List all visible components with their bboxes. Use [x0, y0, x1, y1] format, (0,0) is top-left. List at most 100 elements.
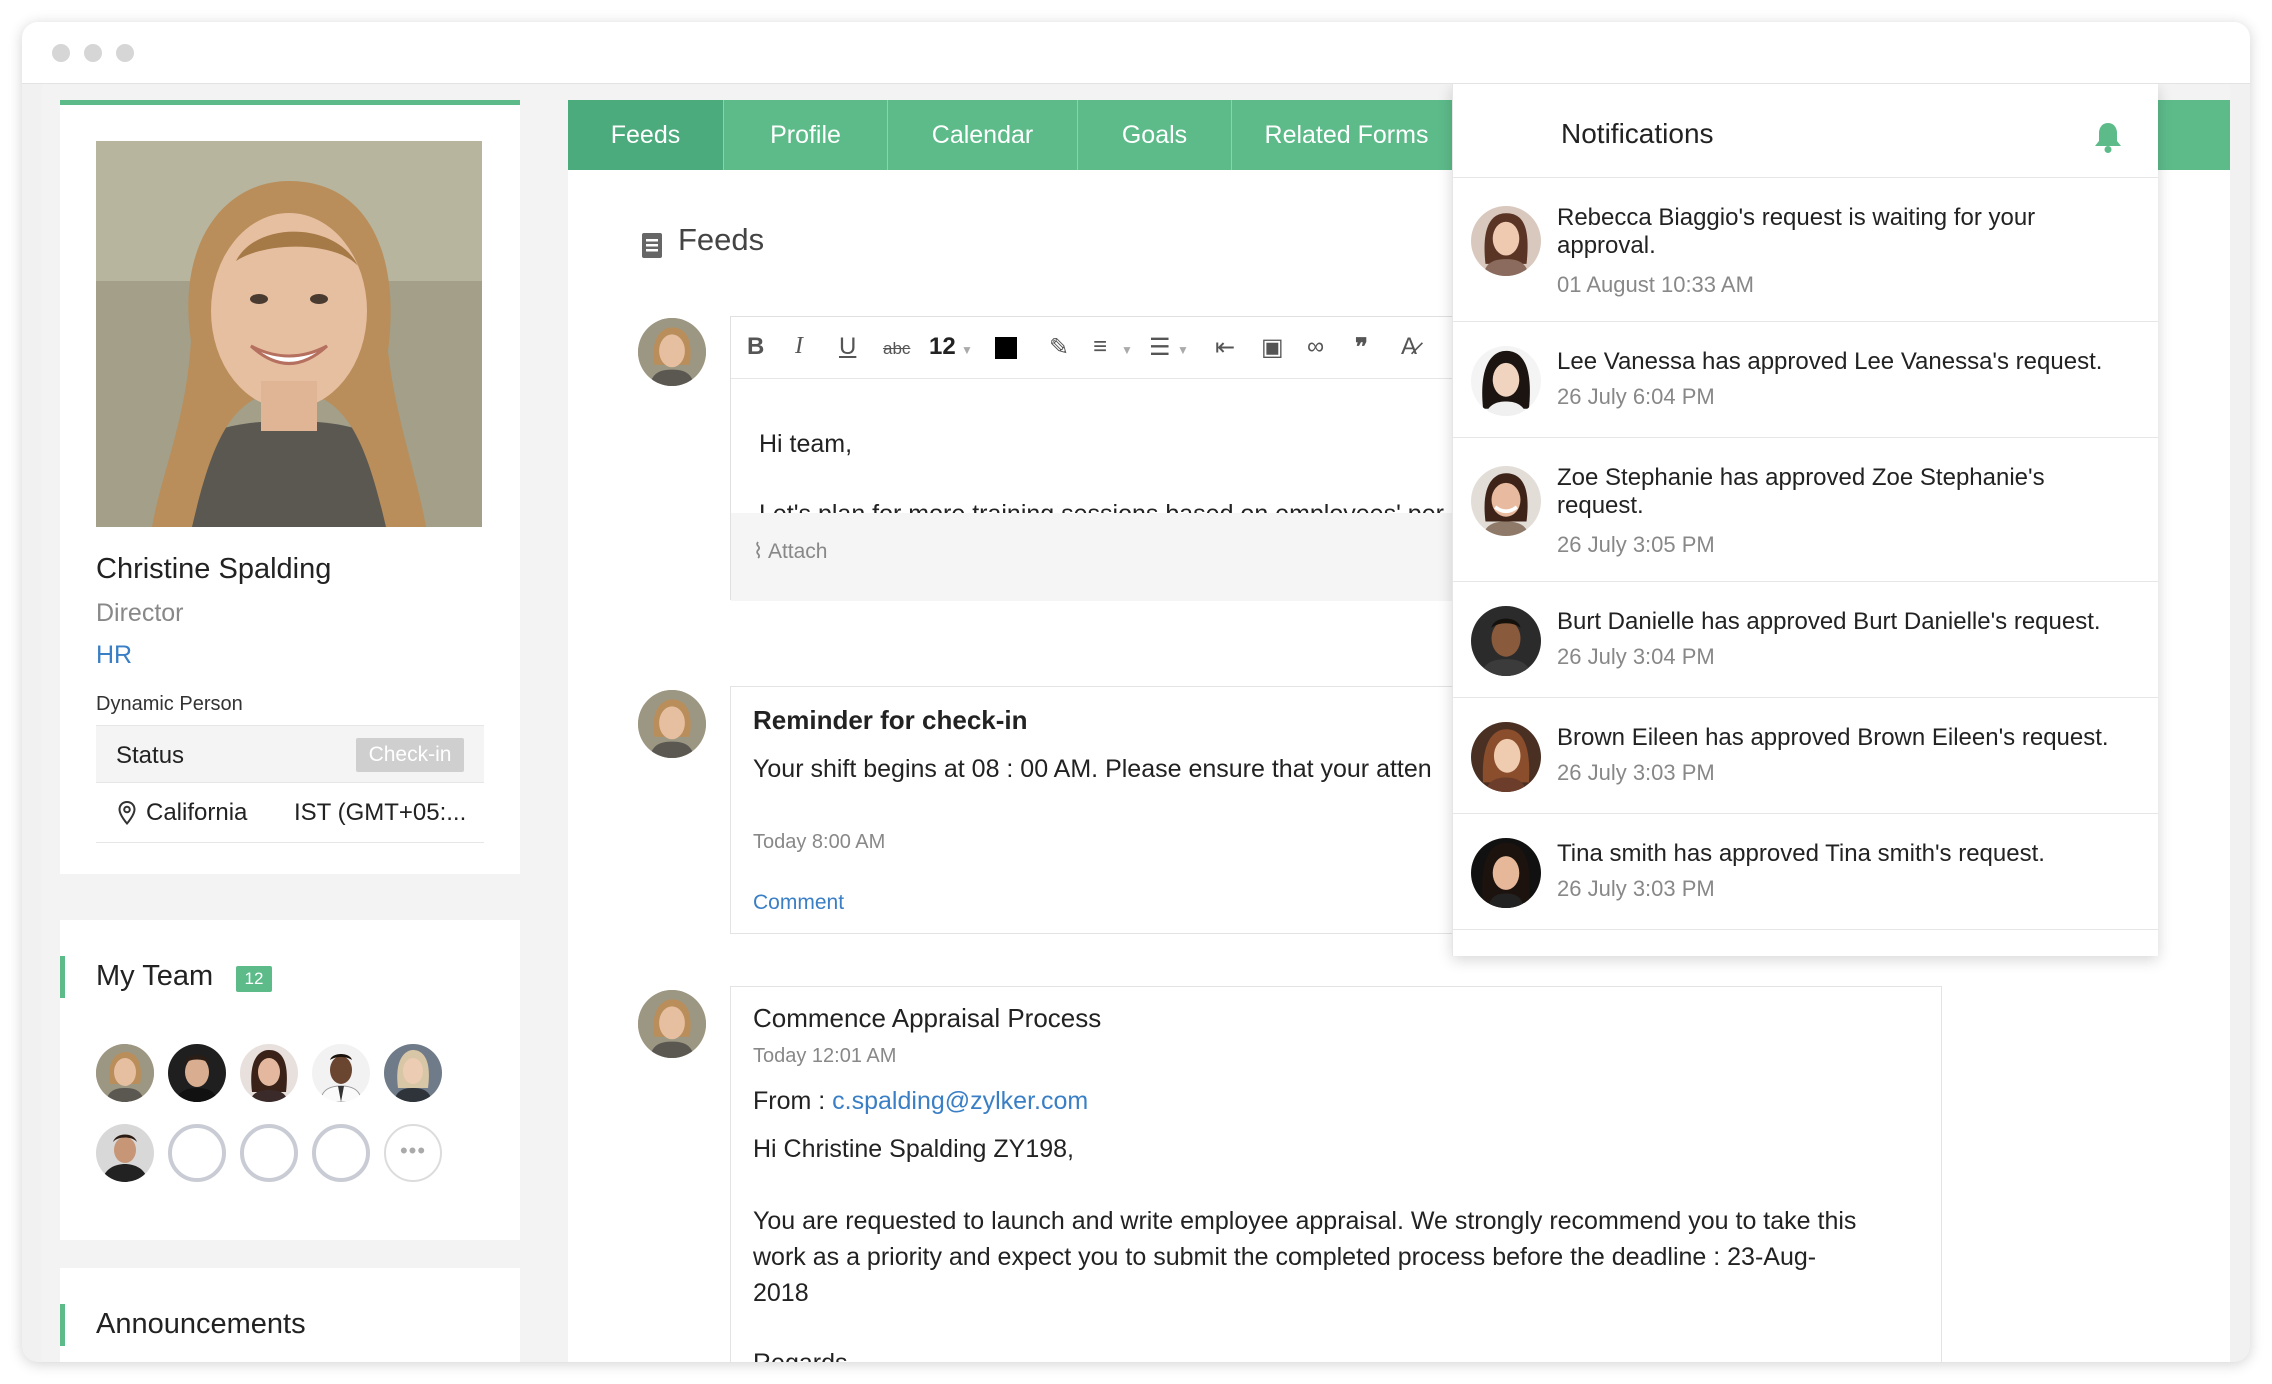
notification-item[interactable]: Zoe Stephanie has approved Zoe Stephanie… [1453, 438, 2158, 582]
text-color-icon[interactable] [995, 337, 1017, 359]
bell-icon[interactable] [2091, 120, 2125, 154]
team-count-badge: 12 [236, 966, 272, 992]
comment-link[interactable]: Comment [753, 891, 844, 915]
notification-time: 26 July 3:04 PM [1557, 644, 1715, 669]
font-size-select[interactable]: 12 [929, 333, 956, 361]
profile-tag: Dynamic Person [96, 693, 243, 715]
attach-button[interactable]: ⌇ Attach [753, 539, 828, 564]
notification-avatar [1471, 722, 1541, 792]
team-member-avatar[interactable] [168, 1044, 226, 1102]
notification-text: Brown Eileen has approved Brown Eileen's… [1557, 724, 2109, 751]
team-member-avatar[interactable] [240, 1044, 298, 1102]
notification-time: 26 July 3:03 PM [1557, 760, 1715, 785]
editor-line: Hi team, [759, 430, 853, 458]
tab-feeds[interactable]: Feeds [568, 100, 724, 170]
notification-avatar [1471, 466, 1541, 536]
window-zoom-dot[interactable] [116, 44, 134, 62]
align-icon[interactable]: ≡ [1093, 333, 1107, 361]
profile-photo [96, 141, 482, 527]
notifications-panel: Notifications Rebecca Biaggio's request … [1452, 84, 2158, 956]
location-pin-icon [118, 801, 136, 825]
italic-icon[interactable]: I [795, 333, 803, 360]
notification-avatar [1471, 606, 1541, 676]
team-member-placeholder-avatar[interactable] [240, 1124, 298, 1182]
bullet-list-icon[interactable]: ☰ [1149, 333, 1171, 362]
profile-card: Christine Spalding Director HR Dynamic P… [60, 100, 520, 874]
notification-text: Zoe Stephanie has approved Zoe Stephanie… [1557, 464, 2045, 519]
notification-item[interactable]: Rebecca Biaggio's request is waiting for… [1453, 178, 2158, 322]
location-text: California [146, 799, 248, 826]
window-close-dot[interactable] [52, 44, 70, 62]
team-member-avatar[interactable] [384, 1044, 442, 1102]
post-body-line: 2018 [753, 1279, 809, 1307]
outdent-icon[interactable]: ⇤ [1215, 333, 1235, 362]
notification-text: Rebecca Biaggio's request is waiting for… [1557, 204, 2036, 259]
chevron-down-icon[interactable]: ▼ [1177, 343, 1189, 357]
announcements-title: Announcements [96, 1308, 306, 1340]
post-author-avatar [638, 990, 706, 1058]
from-email-link[interactable]: c.spalding@zylker.com [832, 1087, 1088, 1115]
timezone-text: IST (GMT+05:... [294, 799, 467, 826]
tab-related-forms[interactable]: Related Forms [1232, 100, 1462, 170]
app-content: Christine Spalding Director HR Dynamic P… [42, 84, 2230, 1362]
post-title: Commence Appraisal Process [753, 1003, 1102, 1033]
notifications-header: Notifications [1453, 84, 2158, 178]
my-team-card: My Team 12 ••• [60, 920, 520, 1240]
notification-time: 26 July 6:04 PM [1557, 384, 1715, 409]
status-row: Status Check-in [96, 725, 484, 783]
post-regards: Regards [753, 1349, 848, 1362]
notification-time: 01 August 10:33 AM [1557, 272, 1754, 297]
notifications-title: Notifications [1561, 118, 1714, 149]
post-greeting: Hi Christine Spalding ZY198, [753, 1135, 1074, 1163]
notification-item[interactable]: Lee Vanessa has approved Lee Vanessa's r… [1453, 322, 2158, 438]
post-timestamp: Today 12:01 AM [753, 1045, 897, 1067]
status-label: Status [116, 742, 185, 769]
section-accent-bar [60, 956, 65, 998]
paperclip-icon: ⌇ [753, 540, 764, 563]
post-body-line: You are requested to launch and write em… [753, 1207, 1857, 1235]
profile-designation: Director [96, 599, 184, 627]
post-timestamp: Today 8:00 AM [753, 831, 886, 853]
bold-icon[interactable]: B [747, 333, 764, 361]
location-row: California IST (GMT+05:... [96, 783, 484, 843]
strikethrough-icon[interactable]: abc [883, 339, 910, 359]
team-member-placeholder-avatar[interactable] [168, 1124, 226, 1182]
chevron-down-icon[interactable]: ▼ [961, 343, 973, 357]
team-member-placeholder-avatar[interactable] [312, 1124, 370, 1182]
team-member-avatar[interactable] [312, 1044, 370, 1102]
quote-icon[interactable]: ❞ [1355, 333, 1368, 362]
notification-text: Tina smith has approved Tina smith's req… [1557, 840, 2045, 867]
profile-name: Christine Spalding [96, 553, 332, 585]
notification-text: Lee Vanessa has approved Lee Vanessa's r… [1557, 348, 2103, 375]
notification-avatar [1471, 346, 1541, 416]
team-member-avatar[interactable] [96, 1124, 154, 1182]
announcements-card: Announcements [60, 1268, 520, 1362]
notification-time: 26 July 3:03 PM [1557, 876, 1715, 901]
post-body-line: work as a priority and expect you to sub… [753, 1243, 1817, 1271]
section-accent-bar [60, 1304, 65, 1346]
appraisal-post: Commence Appraisal Process Today 12:01 A… [730, 986, 1942, 1362]
check-in-button[interactable]: Check-in [356, 738, 464, 772]
tab-profile[interactable]: Profile [724, 100, 888, 170]
team-more-button[interactable]: ••• [384, 1124, 442, 1182]
image-icon[interactable]: ▣ [1261, 333, 1284, 362]
notification-item[interactable]: Brown Eileen has approved Brown Eileen's… [1453, 698, 2158, 814]
app-window: Christine Spalding Director HR Dynamic P… [22, 22, 2250, 1362]
team-member-avatar[interactable] [96, 1044, 154, 1102]
notification-item[interactable]: Tina smith has approved Tina smith's req… [1453, 814, 2158, 930]
tab-calendar[interactable]: Calendar [888, 100, 1078, 170]
underline-icon[interactable]: U [839, 333, 856, 361]
notification-avatar [1471, 838, 1541, 908]
notification-item[interactable]: Burt Danielle has approved Burt Danielle… [1453, 582, 2158, 698]
highlight-pen-icon[interactable]: ✎ [1049, 333, 1069, 362]
post-text: Your shift begins at 08 : 00 AM. Please … [753, 755, 1432, 783]
profile-department-link[interactable]: HR [96, 641, 132, 670]
clear-format-icon[interactable]: A̷ [1401, 333, 1417, 361]
chevron-down-icon[interactable]: ▼ [1121, 343, 1133, 357]
notification-time: 26 July 3:05 PM [1557, 532, 1715, 557]
post-title: Reminder for check-in [753, 705, 1028, 735]
tab-goals[interactable]: Goals [1078, 100, 1232, 170]
feeds-heading: Feeds [678, 222, 765, 257]
window-minimize-dot[interactable] [84, 44, 102, 62]
link-icon[interactable]: ∞ [1307, 333, 1324, 361]
